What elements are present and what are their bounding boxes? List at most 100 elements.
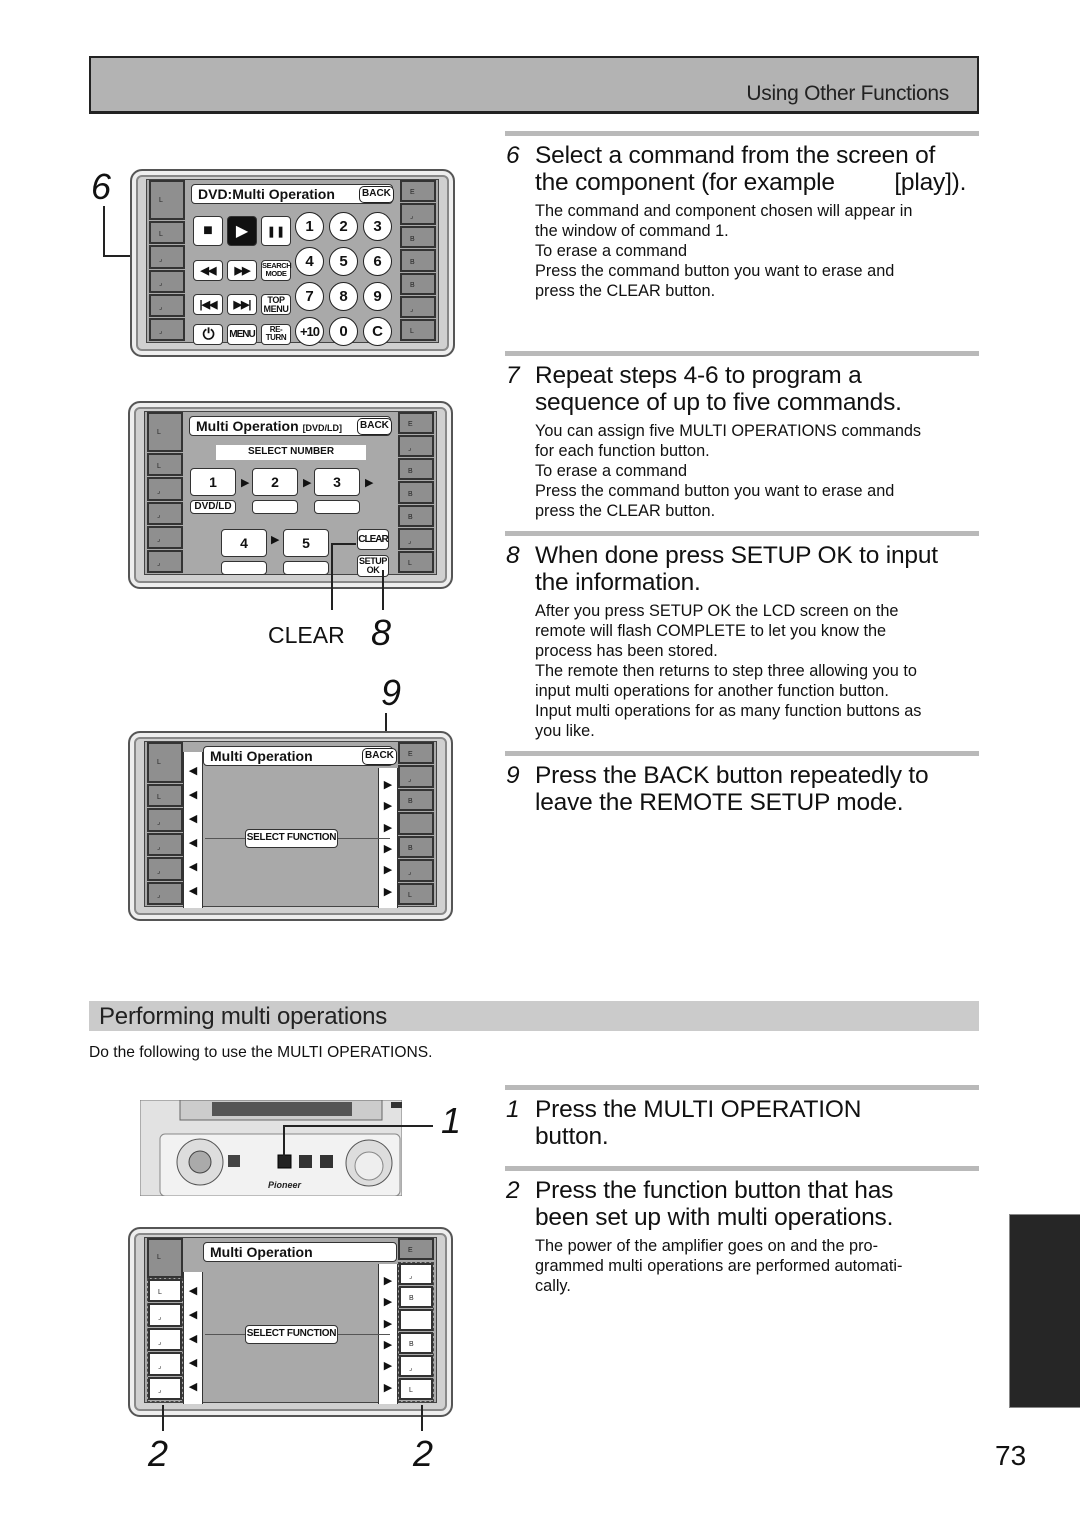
- fast-forward-icon[interactable]: ▶▶: [227, 260, 257, 281]
- function-key[interactable]: ⌟: [148, 1303, 182, 1327]
- function-key[interactable]: ⌟: [148, 1327, 182, 1352]
- function-key[interactable]: ⌟: [147, 501, 183, 525]
- function-key[interactable]: ⌟: [147, 525, 183, 549]
- key-6[interactable]: 6: [363, 247, 392, 276]
- step-heading: 2 Press the function button that has bee…: [505, 1177, 979, 1231]
- function-key[interactable]: L: [398, 882, 434, 905]
- skip-back-icon[interactable]: |◀◀: [193, 294, 223, 315]
- arrow-right-icon: ▶: [383, 1360, 393, 1373]
- skip-forward-icon[interactable]: ▶▶|: [227, 294, 257, 315]
- top-menu-button[interactable]: TOP MENU: [261, 294, 291, 315]
- play-icon[interactable]: ▶: [227, 216, 257, 246]
- function-key[interactable]: ⌟: [148, 1352, 182, 1376]
- key-9[interactable]: 9: [363, 282, 392, 311]
- function-key[interactable]: B: [398, 481, 434, 504]
- function-key[interactable]: L: [147, 1238, 183, 1278]
- stop-icon[interactable]: ■: [193, 216, 223, 246]
- function-key[interactable]: E: [398, 412, 434, 435]
- command-slot-5[interactable]: 5: [283, 529, 329, 557]
- menu-button[interactable]: MENU: [227, 324, 257, 345]
- function-key[interactable]: ⌟: [149, 245, 185, 269]
- function-key[interactable]: ⌟: [147, 857, 183, 881]
- search-mode-button[interactable]: SEARCH MODE: [261, 260, 292, 281]
- key-7[interactable]: 7: [295, 282, 324, 311]
- power-icon[interactable]: ⏻: [193, 324, 223, 345]
- function-key[interactable]: L: [398, 550, 434, 573]
- function-key[interactable]: L: [147, 742, 183, 783]
- function-key[interactable]: ⌟: [149, 317, 185, 341]
- body-line: You can assign five MULTI OPERATIONS com…: [535, 422, 922, 440]
- command-slot-2[interactable]: 2: [252, 468, 298, 496]
- return-button[interactable]: RE- TURN: [261, 324, 291, 345]
- step-8: 8 When done press SETUP OK to input the …: [505, 531, 979, 741]
- function-key[interactable]: ⌟: [149, 293, 185, 317]
- function-key[interactable]: L: [149, 221, 185, 245]
- body-line: process has been stored.: [535, 642, 718, 660]
- pause-icon[interactable]: ❚❚: [261, 216, 291, 246]
- function-key[interactable]: ⌟: [147, 881, 183, 906]
- back-button[interactable]: BACK: [359, 186, 394, 203]
- function-key[interactable]: L: [147, 453, 183, 477]
- function-key[interactable]: L: [147, 412, 183, 453]
- back-button[interactable]: BACK: [357, 418, 392, 435]
- function-key[interactable]: ⌟: [147, 477, 183, 501]
- function-key[interactable]: [399, 1309, 433, 1331]
- function-key[interactable]: E: [398, 742, 434, 765]
- function-key[interactable]: B: [398, 458, 434, 481]
- function-key[interactable]: ⌟: [147, 549, 183, 573]
- command-slot-1-label: DVD/LD: [190, 500, 236, 514]
- function-key[interactable]: ⌟: [400, 203, 436, 226]
- key-0[interactable]: 0: [329, 317, 358, 346]
- function-key[interactable]: B: [398, 788, 434, 812]
- left-function-keys: L L ⌟ ⌟ ⌟ ⌟: [149, 180, 185, 342]
- key-4[interactable]: 4: [295, 247, 324, 276]
- function-key[interactable]: B: [398, 504, 434, 527]
- key-plus-10[interactable]: +10: [295, 317, 324, 346]
- setup-ok-button[interactable]: SETUP OK: [357, 555, 389, 577]
- key-clear-c[interactable]: C: [363, 317, 392, 346]
- function-key[interactable]: ⌟: [148, 1376, 182, 1401]
- function-key[interactable]: ⌟: [147, 808, 183, 832]
- key-3[interactable]: 3: [363, 212, 392, 241]
- function-key[interactable]: L: [148, 1279, 182, 1303]
- function-key[interactable]: L: [400, 318, 436, 341]
- command-slot-4[interactable]: 4: [221, 529, 267, 557]
- key-2[interactable]: 2: [329, 212, 358, 241]
- function-key[interactable]: L: [149, 180, 185, 221]
- arrow-right-icon: ▶: [241, 477, 250, 489]
- back-button[interactable]: BACK: [362, 748, 397, 765]
- function-key[interactable]: L: [399, 1378, 433, 1400]
- function-key[interactable]: ⌟: [400, 295, 436, 318]
- clear-button[interactable]: CLEAR: [357, 529, 389, 550]
- function-key[interactable]: ⌟: [149, 269, 185, 293]
- body-line: grammed multi operations are performed a…: [535, 1257, 903, 1275]
- function-key[interactable]: ⌟: [398, 527, 434, 550]
- callout-line: [382, 570, 384, 610]
- command-slot-1[interactable]: 1: [190, 468, 236, 496]
- function-key[interactable]: B: [400, 249, 436, 272]
- key-1[interactable]: 1: [295, 212, 324, 241]
- function-key[interactable]: B: [400, 226, 436, 249]
- function-key[interactable]: B: [399, 1332, 433, 1354]
- function-key[interactable]: B: [399, 1286, 433, 1308]
- function-key[interactable]: ⌟: [398, 435, 434, 458]
- step-title-line: Press the BACK button repeatedly to: [535, 762, 929, 789]
- function-key[interactable]: ⌟: [147, 832, 183, 857]
- left-arrow-strip: ◀ ◀ ◀ ◀ ◀: [183, 1272, 203, 1404]
- function-key[interactable]: ⌟: [399, 1355, 433, 1377]
- function-key[interactable]: ⌟: [398, 859, 434, 882]
- top-menu-line2: MENU: [263, 304, 289, 314]
- function-key[interactable]: ⌟: [399, 1263, 433, 1285]
- key-5[interactable]: 5: [329, 247, 358, 276]
- command-slot-3[interactable]: 3: [314, 468, 360, 496]
- function-key[interactable]: E: [398, 1238, 434, 1260]
- left-function-keys: L ⌟ ⌟ ⌟ ⌟: [147, 1278, 183, 1402]
- function-key[interactable]: [398, 812, 434, 835]
- function-key[interactable]: B: [398, 835, 434, 859]
- function-key[interactable]: ⌟: [398, 765, 434, 788]
- rewind-icon[interactable]: ◀◀: [193, 260, 223, 281]
- function-key[interactable]: B: [400, 272, 436, 295]
- key-8[interactable]: 8: [329, 282, 358, 311]
- function-key[interactable]: L: [147, 783, 183, 808]
- function-key[interactable]: E: [400, 180, 436, 203]
